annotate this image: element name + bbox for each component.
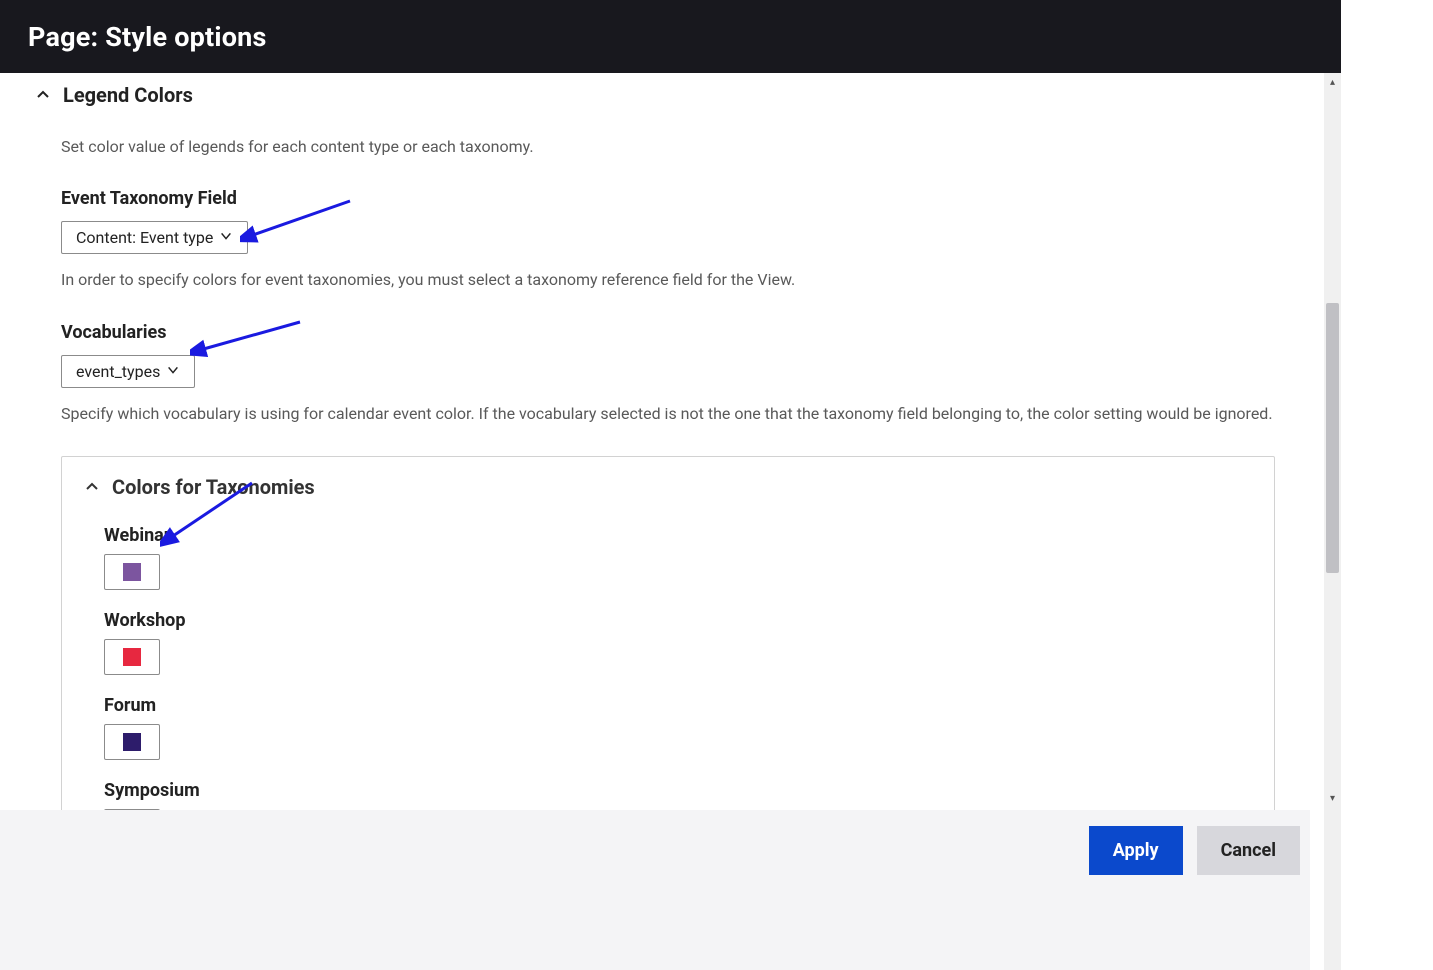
taxonomy-color-item: Workshop bbox=[104, 610, 1252, 675]
scroll-down-arrow-icon[interactable]: ▾ bbox=[1324, 789, 1341, 807]
scrollbar[interactable]: ▴ ▾ bbox=[1324, 73, 1341, 970]
apply-button[interactable]: Apply bbox=[1089, 826, 1183, 875]
color-swatch bbox=[123, 733, 141, 751]
chevron-down-icon bbox=[219, 228, 233, 247]
color-swatch bbox=[123, 563, 141, 581]
chevron-down-icon bbox=[166, 362, 180, 381]
taxonomy-color-item: Webinar bbox=[104, 525, 1252, 590]
event-taxonomy-field-select[interactable]: Content: Event type bbox=[61, 221, 248, 254]
vocabularies-help: Specify which vocabulary is using for ca… bbox=[61, 402, 1275, 426]
vocabularies-value: event_types bbox=[76, 362, 160, 381]
chevron-up-icon bbox=[84, 479, 100, 495]
legend-colors-section-toggle[interactable]: Legend Colors bbox=[35, 83, 1275, 107]
scroll-up-arrow-icon[interactable]: ▴ bbox=[1324, 73, 1341, 91]
modal-header: Page: Style options bbox=[0, 0, 1433, 73]
scrollbar-thumb[interactable] bbox=[1326, 303, 1339, 573]
event-taxonomy-field-value: Content: Event type bbox=[76, 228, 213, 247]
vocabularies-select[interactable]: event_types bbox=[61, 355, 195, 388]
taxonomy-color-label: Workshop bbox=[104, 610, 1252, 631]
color-picker[interactable] bbox=[104, 639, 160, 675]
taxonomy-color-item: Symposium bbox=[104, 780, 1252, 810]
vocabularies-label: Vocabularies bbox=[61, 322, 1275, 343]
colors-for-taxonomies-fieldset: Colors for Taxonomies Webinar Workshop For… bbox=[61, 456, 1275, 810]
modal-title: Page: Style options bbox=[28, 21, 267, 53]
legend-colors-description: Set color value of legends for each cont… bbox=[61, 135, 1275, 158]
color-picker[interactable] bbox=[104, 724, 160, 760]
color-picker[interactable] bbox=[104, 554, 160, 590]
color-swatch bbox=[123, 648, 141, 666]
modal-footer: Apply Cancel bbox=[0, 810, 1310, 970]
taxonomy-color-label: Webinar bbox=[104, 525, 1252, 546]
colors-for-taxonomies-toggle[interactable]: Colors for Taxonomies bbox=[84, 475, 1252, 499]
event-taxonomy-field-label: Event Taxonomy Field bbox=[61, 188, 1275, 209]
event-taxonomy-field-help: In order to specify colors for event tax… bbox=[61, 268, 1275, 292]
taxonomy-color-label: Forum bbox=[104, 695, 1252, 716]
taxonomy-color-item: Forum bbox=[104, 695, 1252, 760]
colors-for-taxonomies-heading: Colors for Taxonomies bbox=[112, 475, 315, 499]
right-gutter bbox=[1341, 0, 1433, 970]
chevron-up-icon bbox=[35, 87, 51, 103]
cancel-button[interactable]: Cancel bbox=[1197, 826, 1300, 875]
legend-colors-heading: Legend Colors bbox=[63, 83, 193, 107]
taxonomy-color-label: Symposium bbox=[104, 780, 1252, 801]
modal-content: Legend Colors Set color value of legends… bbox=[0, 73, 1310, 810]
